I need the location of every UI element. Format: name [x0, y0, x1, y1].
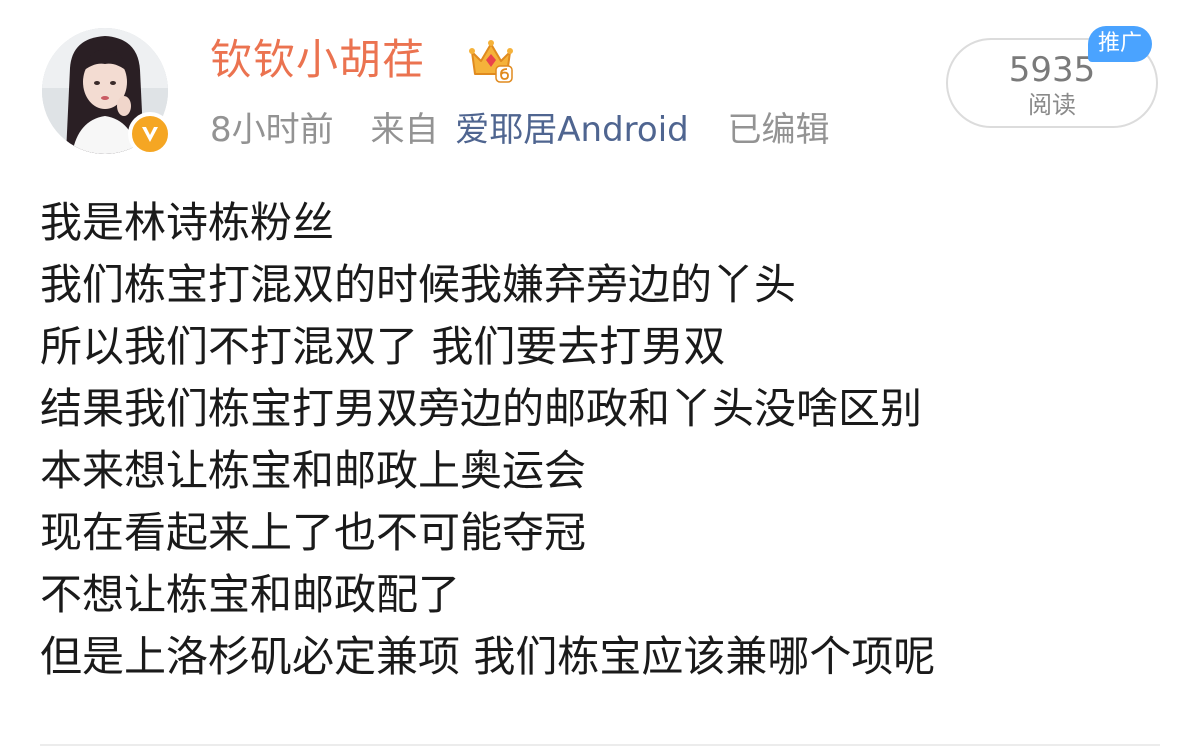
post-text-line: 我们栋宝打混双的时候我嫌弃旁边的丫头	[40, 260, 797, 309]
promote-tag[interactable]: 推广	[1088, 26, 1153, 62]
post-text-line: 本来想让栋宝和邮政上奥运会	[40, 446, 587, 495]
verified-v-badge-icon	[128, 112, 172, 156]
post-text-line: 但是上洛杉矶必定兼项 我们栋宝应该兼哪个项呢	[40, 632, 936, 681]
post-text-line: 所以我们不打混双了 我们要去打男双	[40, 322, 726, 371]
post-text-line: 结果我们栋宝打男双旁边的邮政和丫头没啥区别	[40, 384, 923, 433]
post-meta: 8小时前 来自 爱耶居Android 已编辑	[210, 108, 830, 152]
source-device-link[interactable]: 爱耶居Android	[455, 108, 688, 152]
divider	[40, 744, 1160, 746]
post-text-line: 不想让栋宝和邮政配了	[40, 570, 461, 619]
post-text-line: 现在看起来上了也不可能夺冠	[40, 508, 587, 557]
post-text-line: 我是林诗栋粉丝	[40, 198, 335, 247]
avatar-container[interactable]	[42, 28, 172, 156]
weibo-post: 钦钦小胡荏 8小时前 来自 爱耶居Android 已编辑 5935 阅读 推广 …	[0, 0, 1200, 756]
edited-label[interactable]: 已编辑	[728, 108, 830, 152]
user-name[interactable]: 钦钦小胡荏	[210, 34, 425, 86]
read-label: 阅读	[1028, 91, 1076, 119]
post-content: 我是林诗栋粉丝 我们栋宝打混双的时候我嫌弃旁边的丫头 所以我们不打混双了 我们要…	[40, 192, 1160, 688]
post-time: 8小时前	[210, 110, 334, 150]
crown-level-icon[interactable]	[466, 34, 516, 84]
source-prefix: 来自	[370, 110, 439, 150]
